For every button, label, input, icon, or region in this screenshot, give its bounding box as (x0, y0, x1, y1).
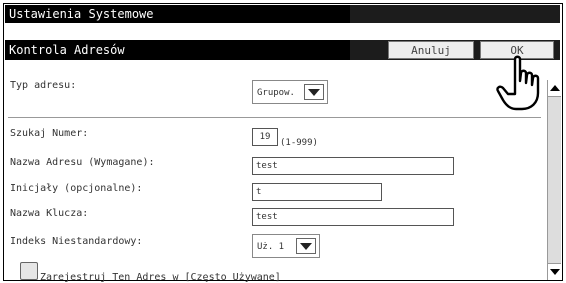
initials-label: Inicjały (opcjonalne): (10, 183, 143, 194)
app-title: Ustawienia Systemowe (9, 7, 154, 21)
pointer-hand-icon (496, 55, 540, 111)
search-number-label: Szukaj Numer: (10, 128, 89, 139)
title-bar-filler (350, 5, 560, 23)
address-type-select[interactable]: Grupow. (252, 80, 328, 104)
address-name-label: Nazwa Adresu (Wymagane): (10, 157, 155, 168)
dropdown-arrow-icon[interactable] (296, 238, 316, 254)
cancel-button[interactable]: Anuluj (388, 41, 474, 59)
custom-index-value: Uż. 1 (257, 242, 285, 252)
app-title-bar: Ustawienia Systemowe (5, 5, 350, 23)
section-title: Kontrola Adresów (9, 43, 125, 57)
dropdown-arrow-icon[interactable] (304, 84, 324, 100)
custom-index-label: Indeks Niestandardowy: (10, 236, 143, 247)
scroll-up-icon[interactable] (548, 80, 561, 97)
register-frequent-checkbox[interactable] (20, 262, 38, 280)
key-name-input[interactable]: test (252, 208, 454, 226)
scrollbar[interactable] (547, 80, 561, 280)
section-title-bar: Kontrola Adresów (5, 40, 350, 60)
address-type-value: Grupow. (257, 88, 295, 98)
address-name-input[interactable]: test (252, 157, 454, 175)
initials-input[interactable]: t (252, 183, 382, 201)
key-name-label: Nazwa Klucza: (10, 208, 89, 219)
search-number-input[interactable]: 19 (252, 128, 278, 146)
address-type-label: Typ adresu: (10, 80, 77, 91)
register-frequent-label: Zarejestruj Ten Adres w [Często Używane] (40, 272, 281, 283)
scroll-down-icon[interactable] (548, 263, 561, 280)
search-number-range: (1-999) (280, 138, 318, 148)
divider (8, 117, 541, 118)
custom-index-select[interactable]: Uż. 1 (252, 234, 320, 258)
